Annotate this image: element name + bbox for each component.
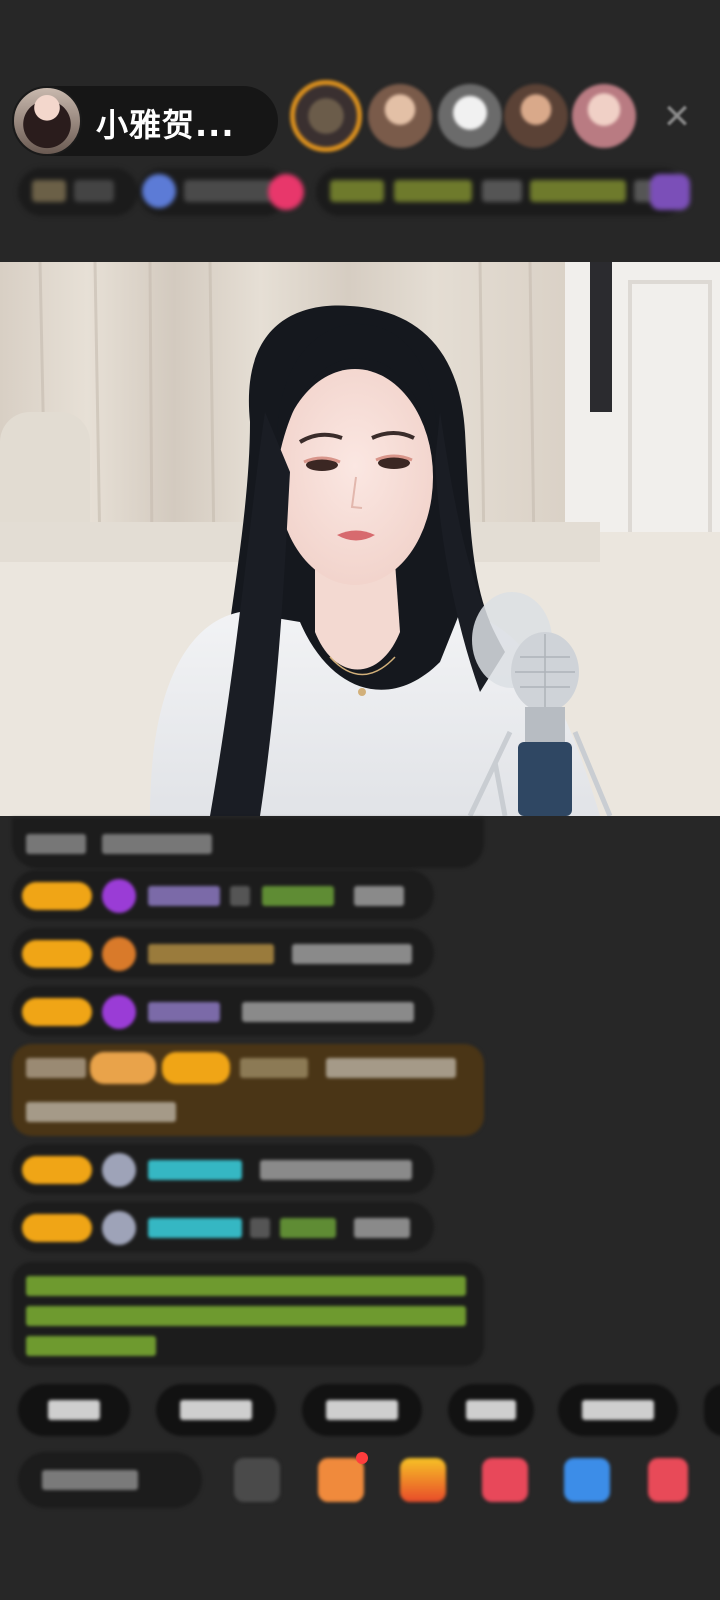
host-name: 小雅贺...: [96, 106, 235, 144]
emoji-icon[interactable]: [234, 1458, 280, 1502]
notification-dot: [356, 1452, 368, 1464]
system-notice: [12, 1262, 484, 1366]
chat-message[interactable]: [12, 986, 434, 1036]
diamond-icon: [102, 879, 136, 913]
quick-button[interactable]: [156, 1384, 276, 1436]
diamond-icon: [102, 995, 136, 1029]
close-icon[interactable]: ✕: [660, 100, 694, 134]
chat-message-highlight[interactable]: [12, 1044, 484, 1136]
fan-medal-icon: [102, 937, 136, 971]
top-viewer-avatar[interactable]: [290, 80, 362, 152]
level-badge: [22, 1156, 92, 1184]
viewer-avatar[interactable]: [438, 84, 502, 148]
host-info-pill[interactable]: 小雅贺...: [12, 86, 278, 156]
rank-chip[interactable]: [18, 168, 138, 216]
more-icon[interactable]: [648, 1458, 688, 1502]
quick-button[interactable]: [704, 1384, 720, 1436]
chat-message[interactable]: [12, 818, 484, 868]
gift-box-icon[interactable]: [318, 1458, 364, 1502]
user-icon: [102, 1211, 136, 1245]
viewer-avatar[interactable]: [368, 84, 432, 148]
viewer-avatar[interactable]: [504, 84, 568, 148]
quick-button[interactable]: [302, 1384, 422, 1436]
red-packet-icon[interactable]: [482, 1458, 528, 1502]
user-icon: [102, 1153, 136, 1187]
level-badge: [22, 998, 92, 1026]
status-row: [18, 168, 708, 216]
quick-button[interactable]: [448, 1384, 534, 1436]
follow-plus-icon[interactable]: [268, 174, 304, 210]
announcement-chip[interactable]: [316, 168, 686, 216]
chat-message[interactable]: [12, 1144, 434, 1194]
quick-button[interactable]: [18, 1384, 130, 1436]
streamer-scene: [0, 262, 720, 816]
live-video[interactable]: [0, 262, 720, 816]
treasure-icon[interactable]: [400, 1458, 446, 1502]
game-icon[interactable]: [564, 1458, 610, 1502]
level-badge: [22, 882, 92, 910]
level-badge: [22, 1214, 92, 1242]
chat-message[interactable]: [12, 928, 434, 978]
viewer-avatar[interactable]: [572, 84, 636, 148]
chat-message[interactable]: [12, 870, 434, 920]
fans-chip[interactable]: [138, 168, 288, 216]
chat-message[interactable]: [12, 1202, 434, 1252]
host-avatar[interactable]: [12, 86, 82, 156]
quick-button[interactable]: [558, 1384, 678, 1436]
gift-ranking-icon[interactable]: [650, 174, 690, 210]
level-badge: [22, 940, 92, 968]
chat-input[interactable]: [18, 1452, 202, 1508]
